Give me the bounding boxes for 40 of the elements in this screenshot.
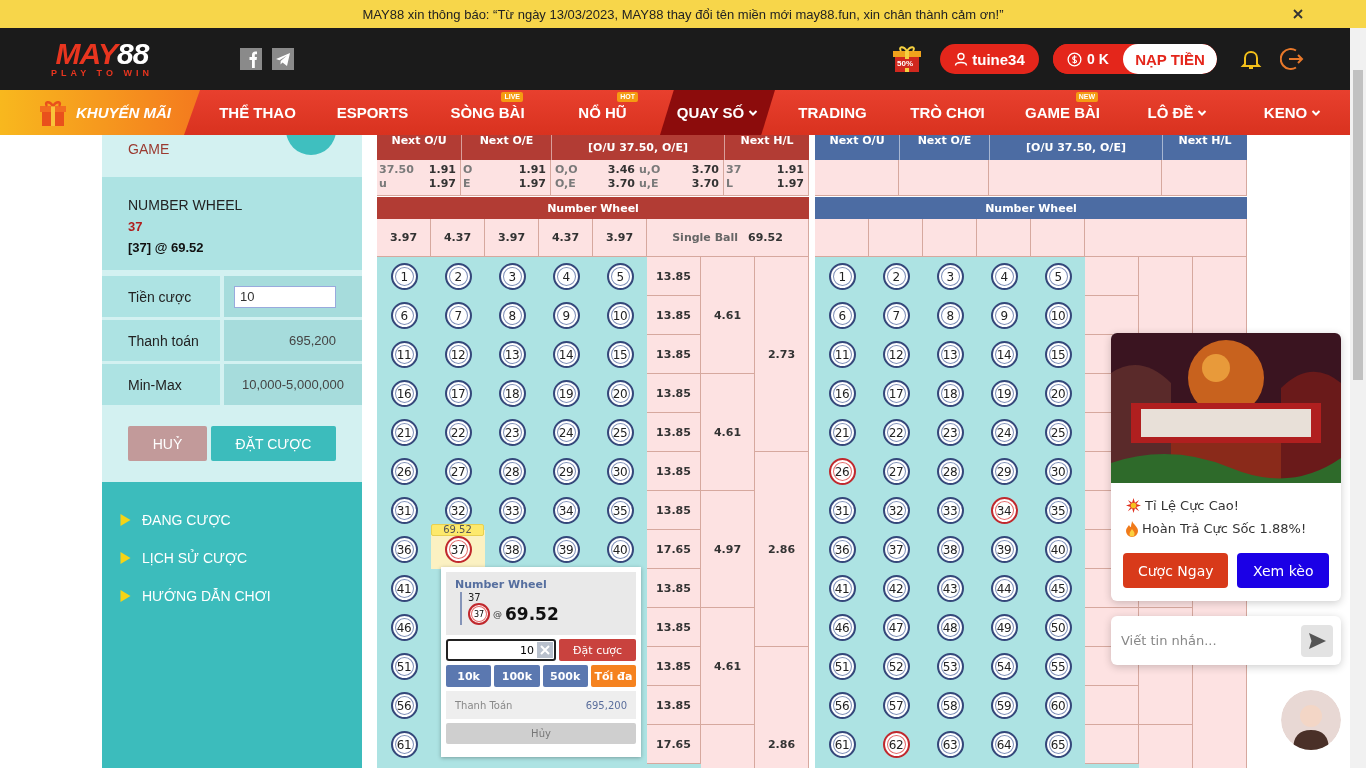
odds-label: O	[463, 163, 474, 177]
odds-label: u,E	[639, 177, 660, 191]
odds-label: L	[726, 177, 734, 191]
section-title: Number Wheel	[377, 196, 809, 219]
promo-text: Hoàn Trả Cực Sốc 1.88%!	[1142, 521, 1307, 536]
column-header: Next O/E	[461, 135, 551, 160]
section-title: Number Wheel	[815, 196, 1247, 219]
column-header: Next O/U	[815, 135, 899, 160]
market-name: Number Wheel	[455, 578, 548, 591]
announcement-text: MAY88 xin thông báo: “Từ ngày 13/03/2023, MAY88 thay đổi tên miền mới may88.fun, xin chân thành cảm ơn!”	[362, 6, 1004, 22]
number-ball: 37	[468, 603, 490, 625]
column-header: Next H/L	[724, 135, 809, 160]
game-label: GAME	[128, 141, 170, 159]
column-header: [O/U 37.50, O/E]	[989, 135, 1162, 160]
odds-label: O,E	[555, 177, 577, 191]
field-value: 10,000-5,000,000	[242, 377, 344, 392]
price: 69.52	[505, 604, 559, 624]
at-sign: @	[493, 609, 502, 619]
column-header: Next O/U	[377, 135, 461, 160]
field-value: 695,200	[289, 333, 336, 348]
odds-label: E	[463, 177, 472, 191]
payout-value: 695,200	[585, 699, 627, 711]
odds-label: u,O	[639, 163, 662, 177]
picked-number: 37	[128, 218, 144, 236]
odds-label: O,O	[555, 163, 579, 177]
column-header: Next O/E	[899, 135, 989, 160]
odds-tooltip: 69.52	[431, 524, 484, 536]
field-label: Min-Max	[102, 364, 220, 405]
odds-label: 37.50	[379, 163, 415, 177]
field-label: Thanh toán	[102, 320, 220, 361]
picked-number: 37	[468, 592, 482, 603]
field-label: Tiền cược	[102, 276, 220, 317]
column-header: [O/U 37.50, O/E]	[551, 135, 724, 160]
payout-label: Thanh Toán	[455, 699, 513, 711]
column-header: Next H/L	[1162, 135, 1247, 160]
odds-label: 37	[726, 163, 743, 177]
selection-odds: [37] @ 69.52	[128, 239, 205, 257]
market-name: NUMBER WHEEL	[128, 196, 244, 215]
odds-label: u	[379, 177, 388, 191]
promo-text: Tỉ Lệ Cực Cao!	[1145, 498, 1239, 513]
